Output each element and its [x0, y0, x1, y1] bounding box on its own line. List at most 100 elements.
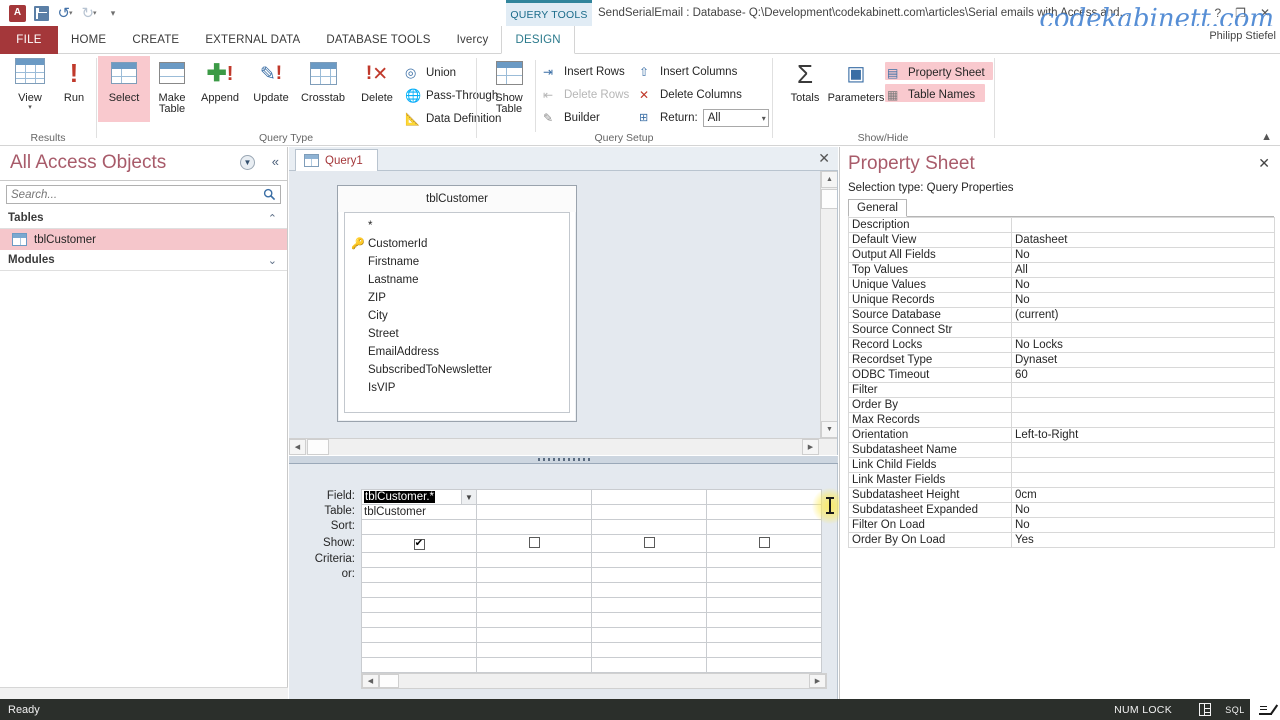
customize-qat-button[interactable]: ▾	[102, 2, 124, 24]
insert-rows-button[interactable]: ⇥ Insert Rows	[543, 62, 625, 82]
chevron-down-icon[interactable]: ⌄	[268, 254, 277, 267]
property-value[interactable]: No	[1011, 292, 1275, 308]
show-checkbox[interactable]	[643, 536, 655, 548]
diagram-horizontal-scrollbar[interactable]: ◀ ▶	[289, 438, 837, 455]
property-value[interactable]	[1011, 412, 1275, 428]
field-list-item[interactable]: Street	[345, 325, 569, 343]
property-value[interactable]: 0cm	[1011, 487, 1275, 503]
tab-create[interactable]: CREATE	[119, 26, 192, 54]
collapse-navigation-pane-button[interactable]: «	[272, 155, 279, 169]
collapse-ribbon-button[interactable]: ▲	[1261, 131, 1272, 143]
save-button[interactable]	[30, 2, 52, 24]
chevron-up-icon[interactable]: ⌃	[268, 212, 277, 225]
property-value[interactable]: 60	[1011, 367, 1275, 383]
delete-query-button[interactable]: ! ✕ Delete	[351, 56, 403, 122]
close-window-button[interactable]: ✕	[1260, 6, 1270, 20]
property-value[interactable]: Dynaset	[1011, 352, 1275, 368]
scroll-thumb-vertical[interactable]	[821, 189, 837, 209]
tab-general[interactable]: General	[848, 199, 907, 217]
tab-home[interactable]: HOME	[58, 26, 119, 54]
undo-button[interactable]: ↺ ▾	[54, 2, 76, 24]
field-list-item[interactable]: City	[345, 307, 569, 325]
scroll-right-button[interactable]: ▶	[802, 439, 819, 455]
append-query-button[interactable]: ✚! Append	[194, 56, 246, 122]
nav-group-modules[interactable]: Modules ⌄	[0, 250, 287, 271]
tab-ivercy[interactable]: Ivercy	[444, 26, 502, 54]
restore-button[interactable]: ❐	[1235, 6, 1246, 20]
property-value[interactable]: All	[1011, 262, 1275, 278]
redo-dropdown-icon[interactable]: ▾	[93, 9, 97, 17]
property-value[interactable]	[1011, 217, 1275, 233]
scroll-thumb-horizontal[interactable]	[307, 439, 329, 455]
tab-database-tools[interactable]: DATABASE TOOLS	[313, 26, 443, 54]
field-list-item[interactable]: Lastname	[345, 271, 569, 289]
show-cell[interactable]: ✔	[361, 534, 477, 553]
close-document-button[interactable]: ✕	[818, 150, 830, 167]
update-query-button[interactable]: ✎! Update	[245, 56, 297, 122]
make-table-button[interactable]: Make Table	[146, 56, 198, 122]
property-value[interactable]	[1011, 442, 1275, 458]
sort-cell[interactable]	[361, 519, 477, 535]
property-value[interactable]	[1011, 382, 1275, 398]
show-cell[interactable]	[591, 534, 707, 553]
show-checkbox[interactable]	[758, 536, 770, 548]
user-account-label[interactable]: Philipp Stiefel	[1209, 30, 1276, 42]
sql-view-button[interactable]: SQL	[1220, 699, 1250, 720]
property-value[interactable]: No	[1011, 277, 1275, 293]
delete-columns-button[interactable]: ✕ Delete Columns	[639, 85, 742, 105]
grid-horizontal-scrollbar[interactable]: ◀ ▶	[361, 673, 827, 689]
sort-cell[interactable]	[591, 519, 707, 535]
property-value[interactable]	[1011, 472, 1275, 488]
or-cell[interactable]	[476, 567, 592, 583]
field-list-tblcustomer[interactable]: tblCustomer * 🔑 CustomerId Firstname Las…	[337, 185, 577, 422]
field-dropdown-icon[interactable]: ▼	[461, 490, 476, 504]
sort-cell[interactable]	[476, 519, 592, 535]
insert-columns-button[interactable]: ⇧ Insert Columns	[639, 62, 737, 82]
redo-button[interactable]: ↻ ▾	[78, 2, 100, 24]
property-value[interactable]: Yes	[1011, 532, 1275, 548]
tab-query1[interactable]: Query1	[295, 149, 378, 171]
undo-dropdown-icon[interactable]: ▾	[69, 9, 73, 17]
or-cell[interactable]	[361, 567, 477, 583]
union-button[interactable]: ◎ Union	[405, 63, 456, 83]
diagram-vertical-scrollbar[interactable]: ▲ ▼	[820, 171, 837, 438]
query-design-grid[interactable]: Field: Table: Sort: Show: Criteria: or: …	[289, 464, 848, 699]
tab-design[interactable]: DESIGN	[501, 26, 575, 54]
navigation-search-box[interactable]	[6, 185, 281, 204]
view-dropdown-icon[interactable]: ▾	[28, 104, 32, 112]
table-cell[interactable]	[706, 504, 822, 520]
property-value[interactable]: No	[1011, 247, 1275, 263]
field-list-item[interactable]: *	[345, 217, 569, 235]
close-property-sheet-button[interactable]: ✕	[1258, 155, 1270, 172]
table-cell[interactable]	[591, 504, 707, 520]
field-list-item[interactable]: 🔑 CustomerId	[345, 235, 569, 253]
design-view-button[interactable]	[1250, 699, 1280, 720]
show-cell[interactable]	[706, 534, 822, 553]
criteria-cell[interactable]	[361, 552, 477, 568]
navigation-filter-button[interactable]: ▼	[240, 155, 255, 170]
or-cell[interactable]	[706, 567, 822, 583]
datasheet-view-button[interactable]	[1190, 699, 1220, 720]
field-cell[interactable]	[591, 489, 707, 505]
table-names-button[interactable]: ▦ Table Names	[887, 85, 975, 105]
table-cell[interactable]	[476, 504, 592, 520]
field-list-item[interactable]: EmailAddress	[345, 343, 569, 361]
property-value[interactable]	[1011, 457, 1275, 473]
tab-external-data[interactable]: EXTERNAL DATA	[192, 26, 313, 54]
scroll-right-button[interactable]: ▶	[809, 674, 826, 688]
tab-file[interactable]: FILE	[0, 26, 58, 54]
property-value[interactable]	[1011, 397, 1275, 413]
property-value[interactable]: Datasheet	[1011, 232, 1275, 248]
or-cell[interactable]	[591, 567, 707, 583]
field-list-item[interactable]: ZIP	[345, 289, 569, 307]
scroll-left-button[interactable]: ◀	[289, 439, 306, 455]
property-value[interactable]	[1011, 322, 1275, 338]
property-value[interactable]: No	[1011, 502, 1275, 518]
nav-group-tables[interactable]: Tables ⌃	[0, 208, 287, 229]
scroll-left-button[interactable]: ◀	[362, 674, 379, 688]
search-input[interactable]	[7, 187, 258, 202]
property-value[interactable]: Left-to-Right	[1011, 427, 1275, 443]
property-value[interactable]: No Locks	[1011, 337, 1275, 353]
field-cell[interactable]: tblCustomer.* ▼	[361, 489, 477, 505]
scroll-down-button[interactable]: ▼	[821, 421, 837, 438]
